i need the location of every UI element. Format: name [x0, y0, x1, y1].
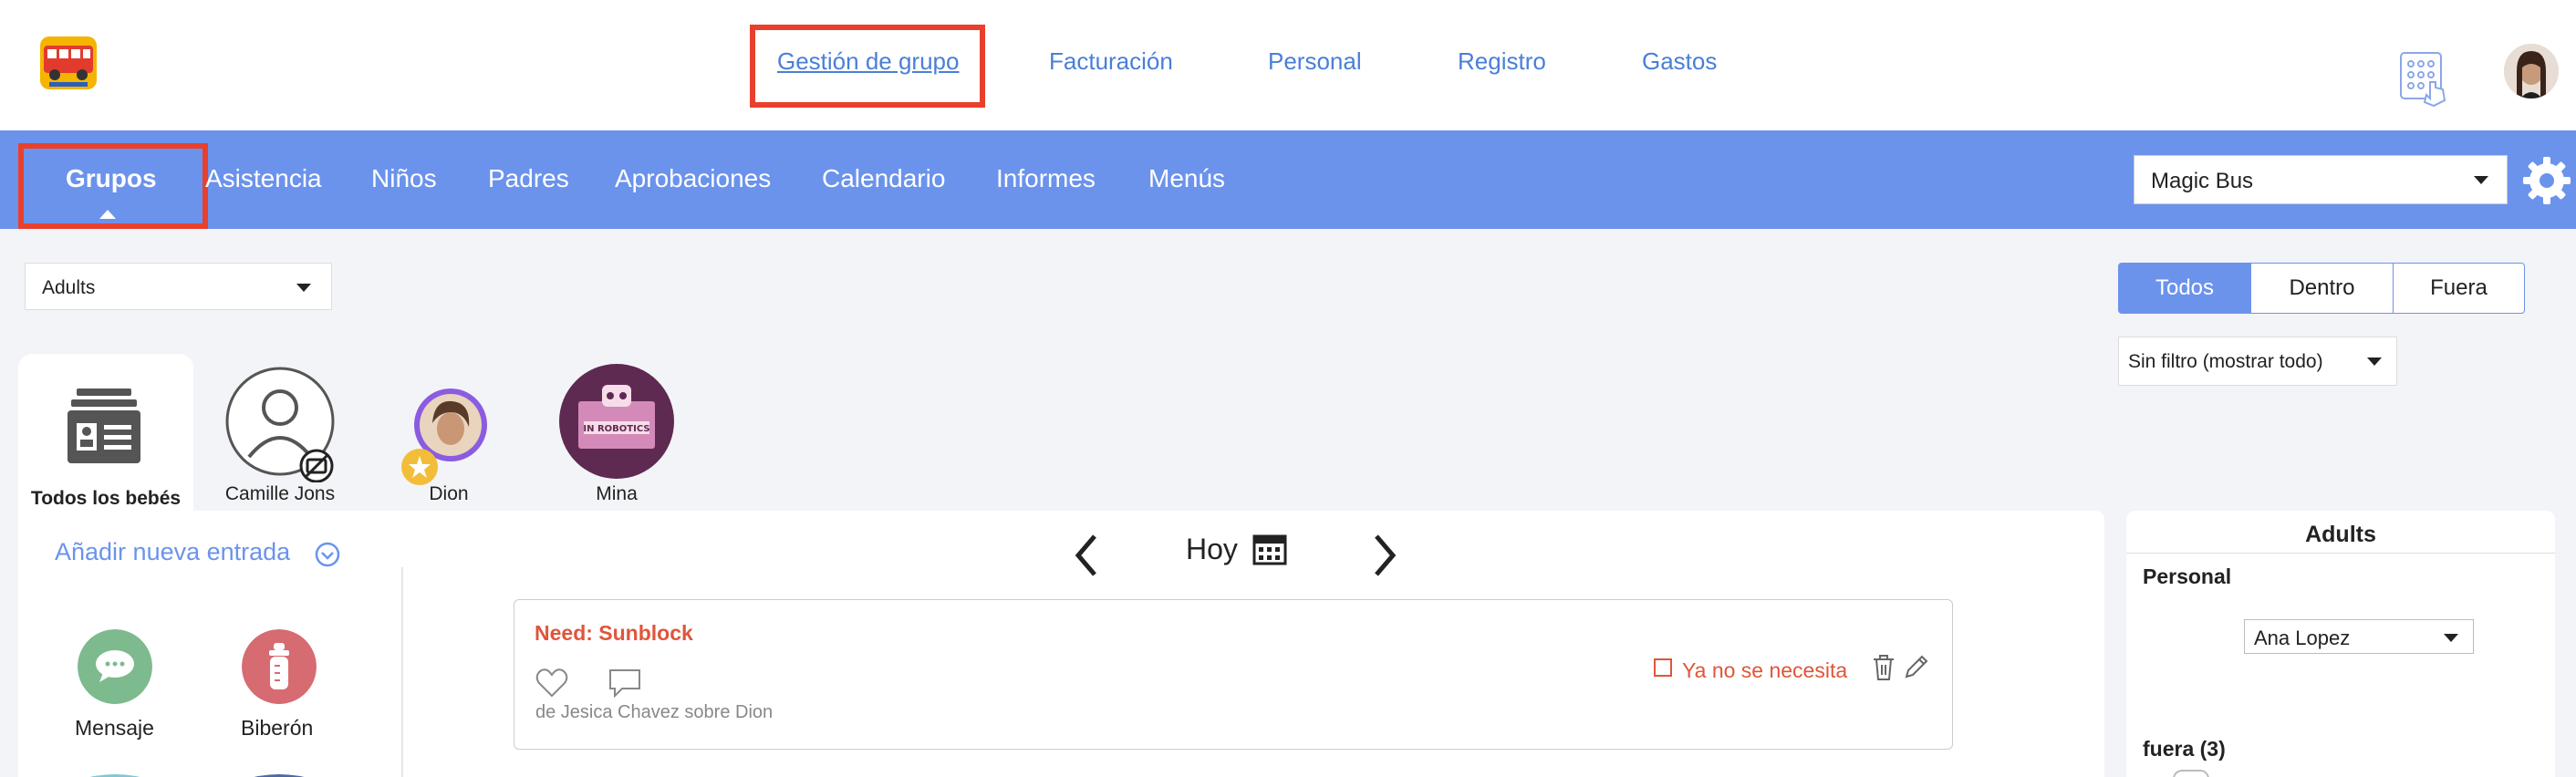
no-need-checkbox[interactable] — [1654, 658, 1672, 677]
date-label: Hoy — [1186, 533, 1238, 565]
entry-byline: de Jesica Chavez sobre Dion — [535, 702, 774, 722]
sidebar-divider — [401, 567, 403, 777]
chevron-right-icon[interactable] — [1373, 533, 1397, 578]
topnav-registro[interactable]: Registro — [1458, 47, 1546, 76]
child-label-camille: Camille Jons — [224, 483, 336, 504]
gear-icon[interactable] — [2519, 153, 2574, 208]
camille-avatar[interactable] — [223, 366, 337, 482]
chevron-down-icon — [2367, 357, 2382, 366]
entry-label-message: Mensaje — [75, 716, 154, 740]
group-select[interactable]: Adults — [25, 263, 332, 310]
filter-select[interactable]: Sin filtro (mostrar todo) — [2118, 337, 2397, 386]
topnav-gastos[interactable]: Gastos — [1642, 47, 1717, 76]
dion-avatar[interactable] — [400, 387, 491, 487]
child-label-mina: Mina — [596, 483, 638, 504]
subnav-padres[interactable]: Padres — [488, 164, 569, 193]
chevron-down-circle-icon[interactable] — [315, 542, 340, 567]
chevron-down-icon — [2444, 634, 2458, 642]
pencil-icon[interactable] — [1903, 653, 1930, 680]
subnav-menus[interactable]: Menús — [1148, 164, 1225, 193]
entry-label-bottle: Biberón — [241, 716, 314, 740]
subnav-asistencia[interactable]: Asistencia — [205, 164, 322, 193]
panel-title: Adults — [2305, 522, 2376, 547]
bottle-icon[interactable] — [242, 629, 317, 704]
topnav-facturacion[interactable]: Facturación — [1049, 47, 1173, 76]
calendar-icon[interactable] — [1252, 533, 1287, 565]
add-entry-link[interactable]: Añadir nueva entrada — [55, 538, 290, 566]
keypad-icon[interactable] — [2399, 47, 2452, 109]
school-select[interactable]: Magic Bus — [2134, 155, 2508, 204]
heart-icon[interactable] — [535, 668, 568, 699]
next-entry-icon-partial[interactable] — [75, 772, 155, 777]
chevron-left-icon[interactable] — [1075, 533, 1098, 578]
no-need-label[interactable]: Ya no se necesita — [1682, 658, 1847, 683]
id-card-stack-icon — [68, 388, 140, 463]
child-label-dion: Dion — [429, 483, 469, 504]
highlight-gestion-de-grupo — [750, 25, 985, 108]
svg-text:IN ROBOTICS: IN ROBOTICS — [583, 424, 649, 434]
user-photo — [2504, 44, 2559, 98]
subnav-ninos[interactable]: Niños — [371, 164, 437, 193]
staff-label: Personal — [2143, 565, 2232, 588]
trash-icon[interactable] — [1872, 654, 1896, 681]
chevron-down-icon — [296, 284, 311, 292]
highlight-grupos — [18, 143, 208, 229]
next-entry-icon-partial-2[interactable] — [239, 772, 319, 777]
segment-fuera[interactable]: Fuera — [2393, 263, 2525, 314]
mina-avatar[interactable]: IN ROBOTICS — [558, 363, 675, 480]
panel-divider — [2126, 553, 2555, 554]
school-select-value: Magic Bus — [2151, 169, 2254, 193]
user-avatar[interactable] — [2504, 44, 2559, 98]
topnav-personal[interactable]: Personal — [1268, 47, 1362, 76]
subnav-aprobaciones[interactable]: Aprobaciones — [615, 164, 771, 193]
filter-select-value: Sin filtro (mostrar todo) — [2128, 351, 2323, 372]
group-select-value: Adults — [42, 277, 96, 298]
out-count-label: fuera (3) — [2143, 737, 2226, 761]
child-label-all: Todos los bebés — [30, 488, 182, 509]
subnav-informes[interactable]: Informes — [996, 164, 1096, 193]
chevron-down-icon — [2474, 176, 2488, 184]
segment-dentro[interactable]: Dentro — [2250, 263, 2394, 314]
staff-select[interactable]: Ana Lopez — [2244, 619, 2474, 654]
comment-icon[interactable] — [608, 668, 642, 699]
staff-select-value: Ana Lopez — [2254, 627, 2351, 649]
subnav-calendario[interactable]: Calendario — [822, 164, 945, 193]
out-avatar-partial[interactable] — [2173, 770, 2209, 777]
entry-title: Need: Sunblock — [535, 621, 693, 645]
segment-todos[interactable]: Todos — [2118, 263, 2251, 314]
message-icon[interactable] — [78, 629, 152, 704]
magic-bus-logo[interactable] — [36, 33, 100, 93]
